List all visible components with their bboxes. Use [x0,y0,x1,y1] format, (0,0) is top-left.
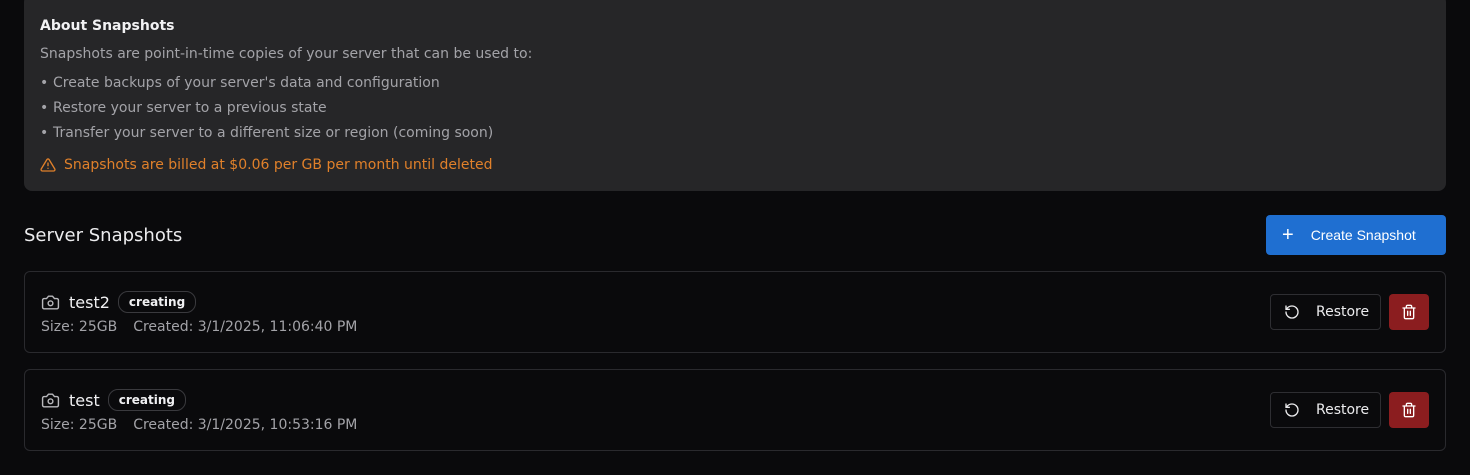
bullet-glyph: • [40,125,49,141]
snapshot-name: test [69,390,100,410]
trash-icon [1402,304,1416,320]
restore-label: Restore [1316,402,1370,418]
about-bullet-list: • Create backups of your server's data an… [40,73,1430,148]
restore-icon [1285,403,1299,417]
about-description: Snapshots are point-in-time copies of yo… [40,46,533,62]
about-snapshots-panel: About Snapshots Snapshots are point-in-t… [24,0,1446,191]
snapshot-header: test creating [41,388,186,412]
snapshot-header: test2 creating [41,290,197,314]
warning-triangle-icon [40,158,56,172]
bullet-text: Create backups of your server's data and… [53,75,440,91]
bullet-text: Restore your server to a previous state [53,100,327,116]
snapshot-created: Created: 3/1/2025, 10:53:16 PM [133,417,358,433]
trash-icon [1402,402,1416,418]
snapshot-meta: Size: 25GB Created: 3/1/2025, 11:06:40 P… [41,317,357,337]
about-title: About Snapshots [40,18,175,34]
create-snapshot-button[interactable]: + Create Snapshot [1266,215,1446,255]
delete-button[interactable] [1389,392,1429,428]
restore-label: Restore [1316,304,1370,320]
restore-button[interactable]: Restore [1270,392,1381,428]
delete-button[interactable] [1389,294,1429,330]
status-badge: creating [117,291,197,313]
bullet-glyph: • [40,75,49,91]
status-badge: creating [107,389,186,411]
snapshot-actions: Restore [1270,294,1429,330]
snapshot-card: test2 creating Size: 25GB Created: 3/1/2… [24,271,1446,353]
snapshot-meta: Size: 25GB Created: 3/1/2025, 10:53:16 P… [41,415,357,435]
billing-warning: Snapshots are billed at $0.06 per GB per… [40,155,1430,175]
bullet-text: Transfer your server to a different size… [53,125,494,141]
camera-icon [41,392,60,408]
snapshot-size: Size: 25GB [41,417,118,433]
create-snapshot-label: Create Snapshot [1310,227,1416,243]
snapshots-section-header: Server Snapshots + Create Snapshot [24,215,1446,255]
camera-icon [41,294,60,310]
plus-icon: + [1282,224,1294,246]
list-item: • Transfer your server to a different siz… [40,123,1430,148]
restore-button[interactable]: Restore [1270,294,1381,330]
billing-warning-text: Snapshots are billed at $0.06 per GB per… [64,157,493,173]
bullet-glyph: • [40,100,49,116]
snapshot-name: test2 [69,292,110,312]
snapshot-actions: Restore [1270,392,1429,428]
list-item: • Create backups of your server's data an… [40,73,1430,98]
snapshot-size: Size: 25GB [41,319,118,335]
section-title: Server Snapshots [24,224,183,246]
restore-icon [1285,305,1299,319]
snapshot-card: test creating Size: 25GB Created: 3/1/20… [24,369,1446,451]
snapshot-created: Created: 3/1/2025, 11:06:40 PM [133,319,358,335]
list-item: • Restore your server to a previous state [40,98,1430,123]
